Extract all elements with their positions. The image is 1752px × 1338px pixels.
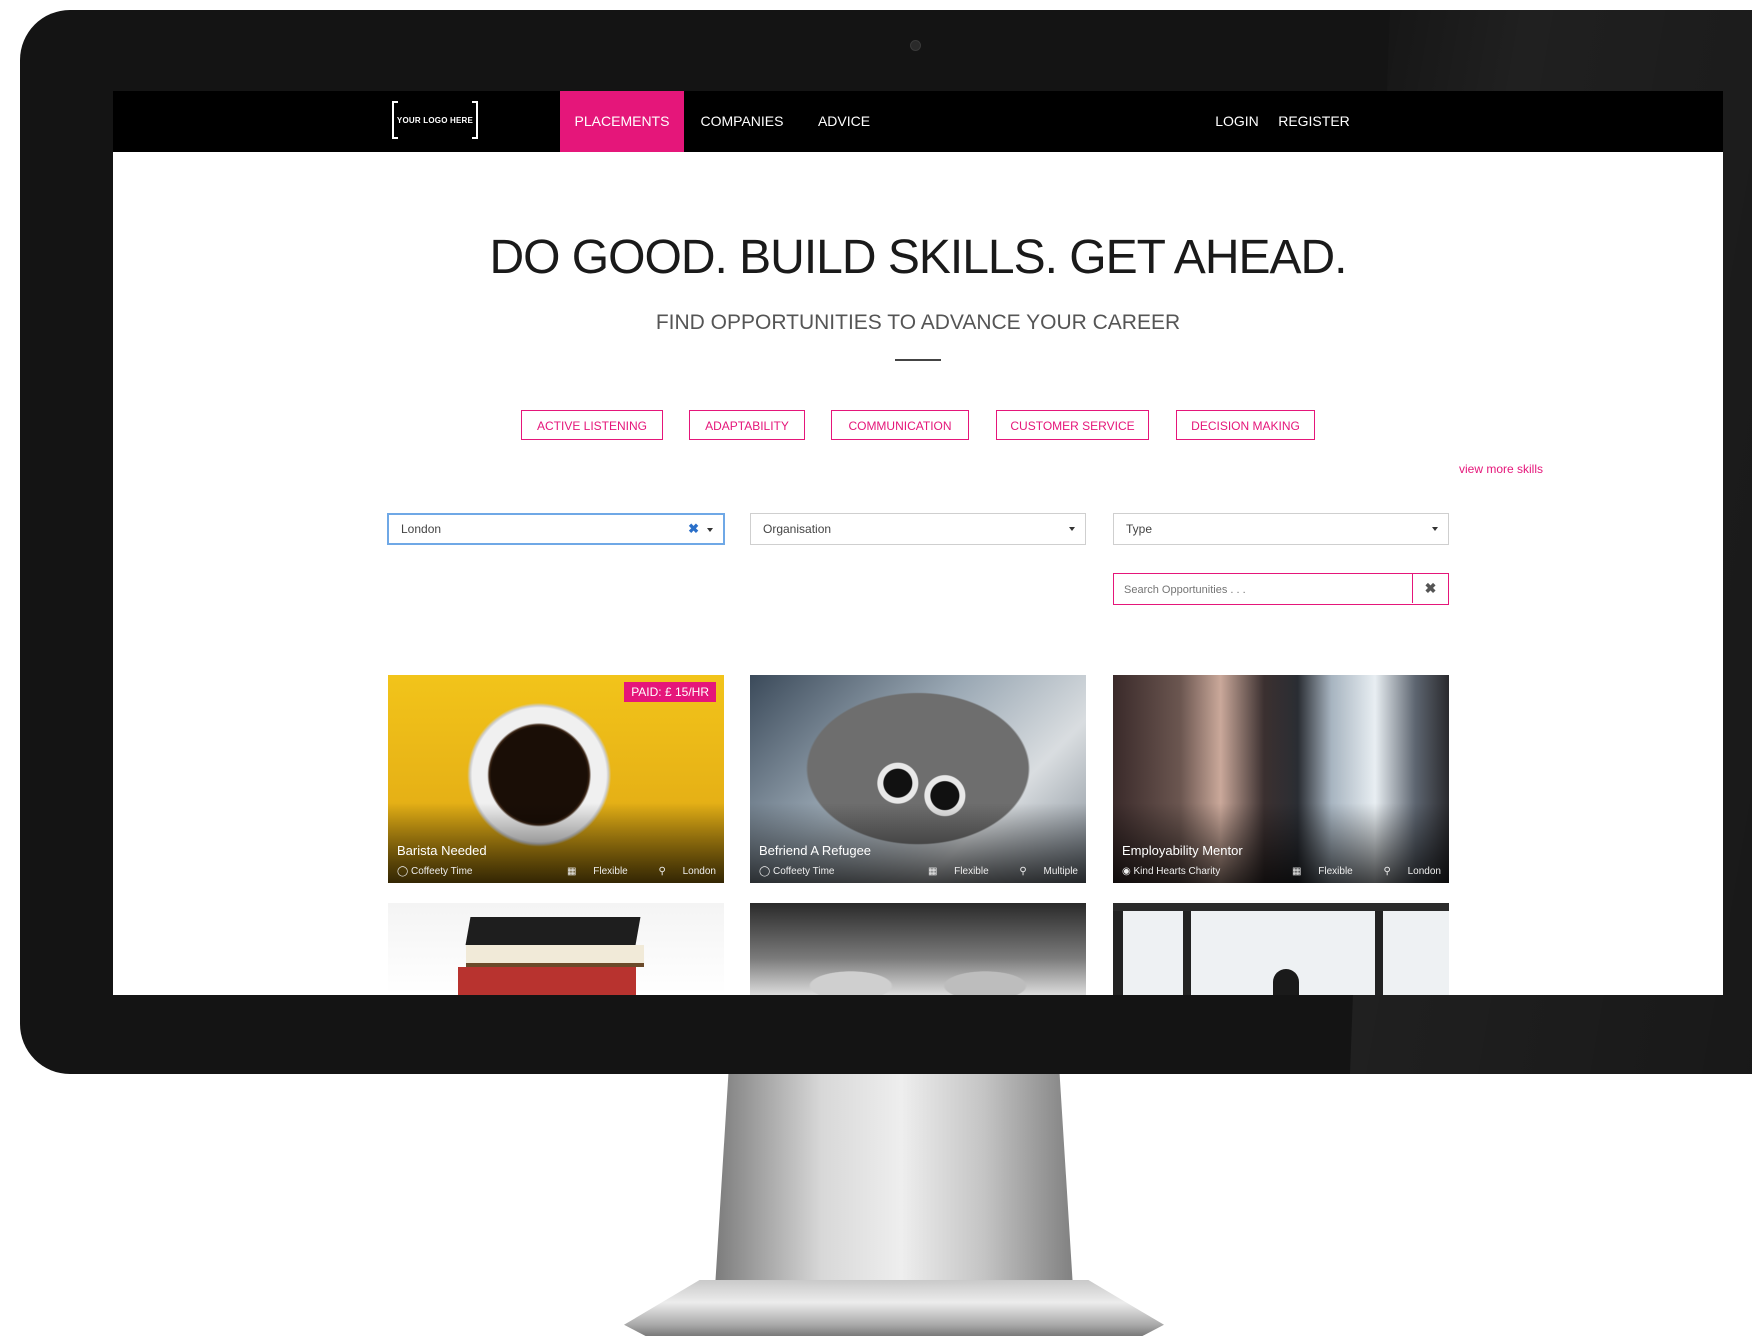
- clear-location-icon[interactable]: ✖: [688, 515, 699, 543]
- placement-card[interactable]: PAID: £ 15/HR Barista Needed ◯ Coffeety …: [388, 675, 724, 883]
- card-schedule: Flexible: [593, 866, 628, 877]
- clear-search-icon[interactable]: ✖: [1412, 574, 1448, 603]
- site-logo[interactable]: YOUR LOGO HERE: [392, 101, 478, 139]
- type-select[interactable]: Type: [1113, 513, 1449, 545]
- book-image: [466, 945, 644, 967]
- calendar-icon: ▦: [927, 866, 941, 877]
- window-frame: [1113, 911, 1123, 995]
- map-pin-icon: ⚲: [658, 866, 669, 877]
- organisation-icon: ◯: [759, 866, 773, 877]
- book-image: [458, 967, 636, 995]
- card-schedule: Flexible: [954, 866, 989, 877]
- skill-chip-communication[interactable]: COMMUNICATION: [831, 410, 969, 440]
- organisation-icon: ◉: [1122, 866, 1134, 877]
- person-silhouette: [1273, 969, 1299, 995]
- skill-chip-active-listening[interactable]: ACTIVE LISTENING: [521, 410, 663, 440]
- nav-advice[interactable]: ADVICE: [800, 91, 888, 152]
- nav-login[interactable]: LOGIN: [1202, 91, 1272, 152]
- card-title: Befriend A Refugee: [759, 843, 872, 858]
- placement-card[interactable]: Employability Mentor ◉ Kind Hearts Chari…: [1113, 675, 1449, 883]
- nav-placements[interactable]: PLACEMENTS: [560, 91, 684, 152]
- placement-card-image[interactable]: [388, 903, 724, 995]
- card-organisation: Coffeety Time: [772, 866, 835, 877]
- webcam: [910, 40, 921, 51]
- window-frame: [1183, 911, 1191, 995]
- view-more-skills-link[interactable]: view more skills: [1353, 462, 1543, 476]
- card-title: Barista Needed: [397, 843, 487, 858]
- location-select-value: London: [401, 522, 442, 536]
- location-select[interactable]: London ✖: [387, 513, 725, 545]
- map-pin-icon: ⚲: [1383, 866, 1394, 877]
- organisation-select-placeholder: Organisation: [763, 522, 832, 536]
- card-organisation: Coffeety Time: [410, 866, 473, 877]
- card-schedule: Flexible: [1318, 866, 1353, 877]
- paid-badge: PAID: £ 15/HR: [624, 682, 716, 702]
- organisation-icon: ◯: [397, 866, 411, 877]
- card-location: Multiple: [1043, 866, 1078, 877]
- monitor-stand-base: [624, 1280, 1164, 1336]
- type-select-placeholder: Type: [1126, 522, 1153, 536]
- placement-card[interactable]: Befriend A Refugee ◯ Coffeety Time ▦ Fle…: [750, 675, 1086, 883]
- monitor-bezel: YOUR LOGO HERE PLACEMENTS COMPANIES ADVI…: [20, 10, 1752, 1074]
- calendar-icon: ▦: [1292, 866, 1305, 877]
- monitor-stand: [714, 1074, 1074, 1304]
- top-navbar: YOUR LOGO HERE PLACEMENTS COMPANIES ADVI…: [113, 91, 1723, 152]
- skill-chip-customer-service[interactable]: CUSTOMER SERVICE: [996, 410, 1149, 440]
- chevron-down-icon: [707, 528, 713, 532]
- calendar-icon: ▦: [567, 866, 580, 877]
- nav-register[interactable]: REGISTER: [1272, 91, 1356, 152]
- book-image: [465, 917, 641, 945]
- card-organisation: Kind Hearts Charity: [1133, 866, 1221, 877]
- chevron-down-icon: [1432, 527, 1438, 531]
- nav-companies[interactable]: COMPANIES: [684, 91, 800, 152]
- card-title: Employability Mentor: [1122, 843, 1243, 858]
- card-location: London: [682, 866, 716, 877]
- placement-card-image[interactable]: [1113, 903, 1449, 995]
- organisation-select[interactable]: Organisation: [750, 513, 1086, 545]
- window-frame: [1375, 911, 1383, 995]
- skill-chip-adaptability[interactable]: ADAPTABILITY: [689, 410, 805, 440]
- hero-divider: [895, 359, 941, 361]
- placement-card-image[interactable]: [750, 903, 1086, 995]
- chevron-down-icon: [1069, 527, 1075, 531]
- search-input[interactable]: [1114, 574, 1422, 605]
- map-pin-icon: ⚲: [1019, 866, 1030, 877]
- hero-subtitle: FIND OPPORTUNITIES TO ADVANCE YOUR CAREE…: [655, 311, 1181, 334]
- browser-screen: YOUR LOGO HERE PLACEMENTS COMPANIES ADVI…: [113, 91, 1723, 995]
- search-bar: ✖: [1113, 573, 1449, 605]
- card-location: London: [1407, 866, 1441, 877]
- skill-chip-decision-making[interactable]: DECISION MAKING: [1176, 410, 1315, 440]
- hero-title: DO GOOD. BUILD SKILLS. GET AHEAD.: [489, 231, 1347, 284]
